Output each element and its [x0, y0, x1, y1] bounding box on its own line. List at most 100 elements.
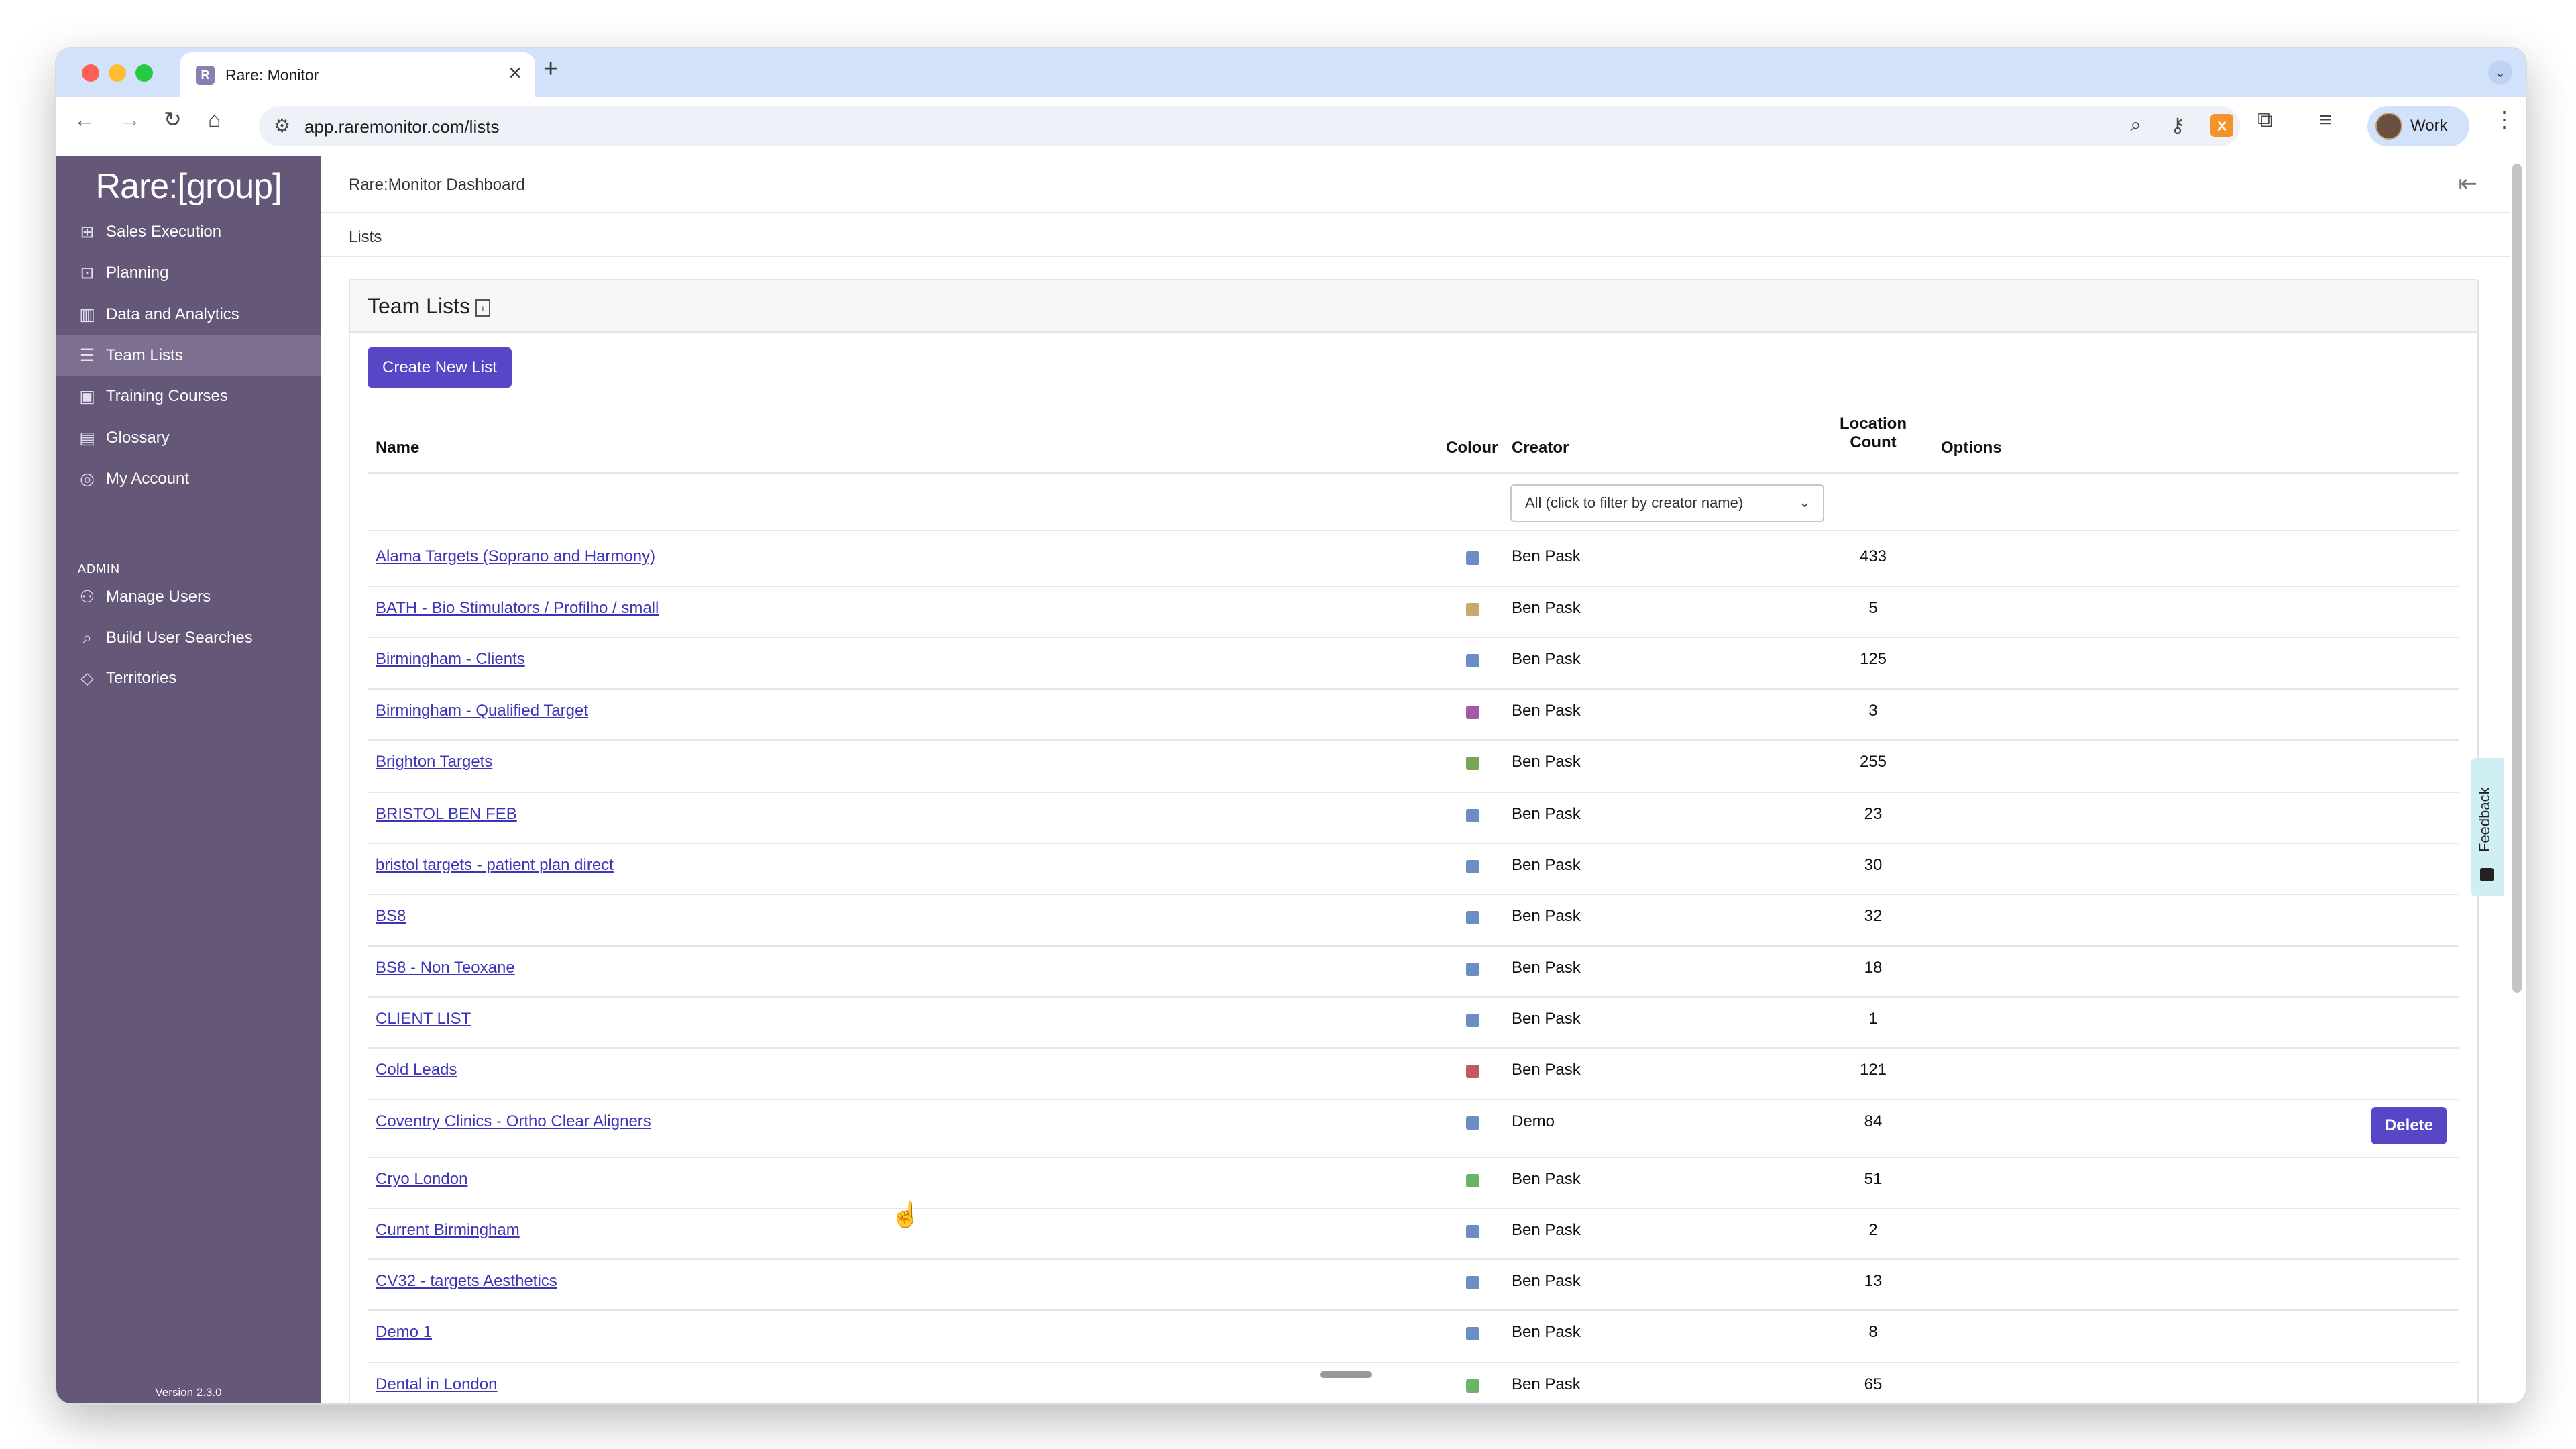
list-name-link[interactable]: BATH - Bio Stimulators / Profilho / smal… [376, 599, 659, 618]
list-name-link[interactable]: CLIENT LIST [376, 1010, 471, 1028]
sidebar-item-territories[interactable]: ◇ Territories [56, 658, 321, 698]
row-divider [368, 1258, 2459, 1260]
creator-cell: Ben Pask [1512, 907, 1581, 925]
close-tab-icon[interactable]: × [508, 62, 522, 85]
create-new-list-button[interactable]: Create New List [368, 347, 512, 388]
creator-cell: Demo [1512, 1112, 1555, 1130]
app-logo[interactable]: Rare:[group] [56, 166, 321, 207]
breadcrumb: Lists [349, 228, 382, 246]
row-divider [368, 945, 2459, 947]
site-settings-icon[interactable]: ⚙ [274, 115, 290, 137]
creator-cell: Ben Pask [1512, 1375, 1581, 1393]
sidebar-item-manage-users[interactable]: ⚇ Manage Users [56, 577, 321, 617]
logout-icon[interactable]: ⇤ [2459, 170, 2478, 197]
list-name-link[interactable]: Current Birmingham [376, 1221, 520, 1240]
feedback-icon [2480, 868, 2494, 881]
close-window-button[interactable] [82, 64, 99, 82]
row-divider [368, 1208, 2459, 1209]
tab-search-icon[interactable]: ⌄ [2488, 60, 2512, 85]
creator-filter-select[interactable]: All (click to filter by creator name) ⌄ [1510, 484, 1824, 522]
minimize-window-button[interactable] [109, 64, 126, 82]
sidebar-item-build-user-searches[interactable]: ⌕ Build User Searches [56, 618, 321, 658]
list-name-link[interactable]: bristol targets - patient plan direct [376, 856, 614, 875]
list-name-link[interactable]: BS8 [376, 907, 406, 926]
info-icon[interactable]: i [475, 299, 490, 317]
training-icon: ▣ [79, 387, 95, 406]
list-name-link[interactable]: CV32 - targets Aesthetics [376, 1272, 557, 1291]
new-tab-button[interactable]: + [543, 56, 558, 82]
sidebar-item-team-lists[interactable]: ☰ Team Lists [56, 335, 321, 376]
sidebar-item-sales-execution[interactable]: ⊞ Sales Execution [56, 212, 321, 252]
creator-filter-value: All (click to filter by creator name) [1525, 494, 1744, 511]
active-tab[interactable]: R Rare: Monitor × [180, 52, 535, 97]
profile-button[interactable]: Work [2367, 106, 2469, 146]
column-header-creator: Creator [1512, 439, 1569, 457]
list-name-link[interactable]: BRISTOL BEN FEB [376, 805, 517, 824]
profile-label: Work [2410, 117, 2448, 135]
sidebar-item-glossary[interactable]: ▤ Glossary [56, 418, 321, 458]
tab-title: Rare: Monitor [225, 66, 319, 84]
kebab-menu-icon[interactable]: ⋮ [2494, 109, 2515, 130]
location-count-cell: 13 [1864, 1272, 1883, 1290]
location-count-cell: 30 [1864, 856, 1883, 874]
creator-cell: Ben Pask [1512, 1221, 1581, 1239]
sidebar-item-planning[interactable]: ⊡ Planning [56, 253, 321, 293]
creator-cell: Ben Pask [1512, 702, 1581, 720]
location-count-cell: 84 [1864, 1112, 1883, 1130]
sidebar-item-data-and-analytics[interactable]: ▥ Data and Analytics [56, 294, 321, 335]
sidebar-item-label: Manage Users [106, 588, 211, 606]
column-header-location-count: Location Count [1836, 415, 1910, 452]
sidebar-item-label: Build User Searches [106, 629, 253, 647]
list-name-link[interactable]: Demo 1 [376, 1323, 432, 1342]
address-bar[interactable]: ⚙ app.raremonitor.com/lists ⌕ ⚷ ☆ [259, 106, 2240, 146]
bar-chart-icon: ▥ [79, 305, 95, 324]
forward-icon[interactable]: → [119, 109, 141, 130]
location-count-cell: 65 [1864, 1375, 1883, 1393]
extensions-puzzle-icon[interactable]: ⧉ [2257, 109, 2273, 130]
list-name-link[interactable]: Coventry Clinics - Ortho Clear Aligners [376, 1112, 651, 1131]
delete-button[interactable]: Delete [2371, 1107, 2447, 1144]
divider [321, 212, 2510, 213]
password-key-icon[interactable]: ⚷ [2170, 114, 2185, 138]
location-count-cell: 1 [1868, 1010, 1878, 1028]
row-divider [368, 1157, 2459, 1158]
colour-swatch [1466, 1276, 1479, 1289]
location-count-cell: 23 [1864, 805, 1883, 823]
list-name-link[interactable]: Alama Targets (Soprano and Harmony) [376, 547, 655, 566]
row-divider [368, 1309, 2459, 1311]
sidebar-item-label: Territories [106, 669, 177, 687]
home-icon[interactable]: ⌂ [208, 109, 221, 130]
maximize-window-button[interactable] [135, 64, 153, 82]
list-name-link[interactable]: BS8 - Non Teoxane [376, 959, 515, 977]
zoom-icon[interactable]: ⌕ [2130, 114, 2141, 137]
extension-orange-icon[interactable]: ⅹ [2210, 114, 2233, 137]
sidebar-item-label: Sales Execution [106, 223, 222, 241]
colour-swatch [1466, 860, 1479, 873]
sidebar-item-label: Data and Analytics [106, 305, 239, 323]
list-name-link[interactable]: Cold Leads [376, 1061, 457, 1079]
media-control-icon[interactable]: ≡ [2319, 109, 2332, 130]
horizontal-scroll-handle[interactable] [1320, 1371, 1372, 1378]
list-name-link[interactable]: Dental in London [376, 1375, 497, 1394]
colour-swatch [1466, 1327, 1479, 1340]
list-name-link[interactable]: Brighton Targets [376, 753, 492, 771]
back-icon[interactable]: ← [74, 109, 95, 130]
sidebar-item-my-account[interactable]: ◎ My Account [56, 459, 321, 499]
colour-swatch [1466, 809, 1479, 822]
list-name-link[interactable]: Birmingham - Qualified Target [376, 702, 588, 720]
column-header-count-line: Count [1850, 433, 1897, 451]
feedback-tab[interactable]: Feedback [2471, 758, 2504, 896]
vertical-scrollbar[interactable] [2512, 164, 2522, 993]
colour-swatch [1466, 654, 1479, 667]
creator-cell: Ben Pask [1512, 650, 1581, 668]
list-name-link[interactable]: Cryo London [376, 1170, 467, 1189]
list-name-link[interactable]: Birmingham - Clients [376, 650, 525, 669]
creator-cell: Ben Pask [1512, 1272, 1581, 1290]
card-title: Team Lists i [368, 294, 490, 319]
tab-strip: R Rare: Monitor × + ⌄ [56, 48, 2526, 97]
users-icon: ⚇ [79, 588, 95, 606]
reload-icon[interactable]: ↻ [164, 109, 182, 130]
sidebar-item-label: My Account [106, 470, 190, 488]
url-text[interactable]: app.raremonitor.com/lists [304, 117, 499, 138]
sidebar-item-training-courses[interactable]: ▣ Training Courses [56, 376, 321, 417]
